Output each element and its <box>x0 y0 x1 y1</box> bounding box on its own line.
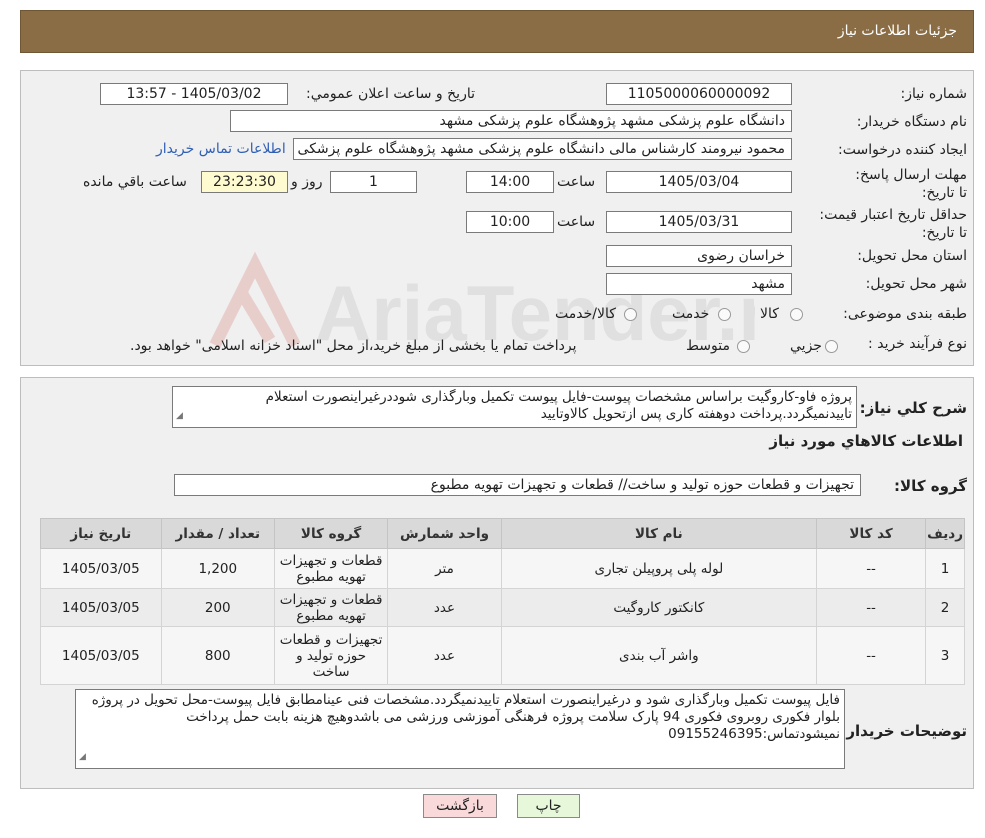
creator-field: محمود نيرومند كارشناس مالی دانشگاه علوم … <box>293 138 792 160</box>
category-label: طبقه بندی موضوعی: <box>843 306 967 322</box>
days-label: روز و <box>291 174 323 190</box>
cell-qty: 1,200 <box>160 548 275 589</box>
general-desc-label: شرح كلي نياز: <box>859 399 967 417</box>
cell-row: 3 <box>925 626 965 685</box>
remaining-time-field: 23:23:30 <box>201 171 288 193</box>
cell-qty: 800 <box>160 626 275 685</box>
cell-date: 1405/03/05 <box>40 588 162 627</box>
cell-unit: متر <box>387 548 502 589</box>
cell-name: واشر آب بندی <box>500 626 817 685</box>
col-qty: تعداد / مقدار <box>160 518 275 549</box>
province-label: استان محل تحويل: <box>857 248 967 264</box>
city-field: مشهد <box>606 273 792 295</box>
resize-grip-icon: ◢ <box>79 752 86 762</box>
col-row: رديف <box>925 518 965 549</box>
page-title: جزئيات اطلاعات نياز <box>837 23 957 39</box>
reply-deadline-label: مهلت ارسال پاسخ: تا تاريخ: <box>855 167 967 201</box>
category-radio-goods[interactable] <box>790 308 803 321</box>
buyer-org-label: نام دستگاه خريدار: <box>856 114 967 130</box>
announce-label: تاريخ و ساعت اعلان عمومي: <box>306 86 475 102</box>
resize-grip-icon: ◢ <box>176 411 183 421</box>
cell-code: -- <box>815 588 927 627</box>
col-group: گروه كالا <box>273 518 389 549</box>
cell-group: قطعات و تجهیزات تهویه مطبوع <box>273 588 389 627</box>
buyer-org-field: دانشگاه علوم پزشكی مشهد پژوهشگاه علوم پز… <box>230 110 792 132</box>
cell-date: 1405/03/05 <box>40 626 162 685</box>
category-option-goods: کالا <box>760 306 779 322</box>
process-radio-small[interactable] <box>825 340 838 353</box>
table-row: 3 -- واشر آب بندی عدد تجهیزات و قطعات حو… <box>40 626 965 685</box>
cell-name: کانکتور کاروگیت <box>500 588 817 627</box>
cell-name: لوله پلی پروپیلن تجاری <box>500 548 817 589</box>
creator-label: ايجاد کننده درخواست: <box>838 142 967 158</box>
col-unit: واحد شمارش <box>387 518 502 549</box>
cell-group: قطعات و تجهیزات تهویه مطبوع <box>273 548 389 589</box>
cell-code: -- <box>815 548 927 589</box>
city-label: شهر محل تحويل: <box>865 276 967 292</box>
validity-date-field: 1405/03/31 <box>606 211 792 233</box>
col-code: كد كالا <box>815 518 927 549</box>
category-radio-service[interactable] <box>718 308 731 321</box>
announce-datetime-field: 1405/03/02 - 13:57 <box>100 83 288 105</box>
need-number-label: شماره نياز: <box>900 86 968 102</box>
days-field: 1 <box>330 171 417 193</box>
need-number-field: 1105000060000092 <box>606 83 792 105</box>
cell-row: 2 <box>925 588 965 627</box>
cell-code: -- <box>815 626 927 685</box>
reply-date-field: 1405/03/04 <box>606 171 792 193</box>
cell-date: 1405/03/05 <box>40 548 162 589</box>
cell-unit: عدد <box>387 588 502 627</box>
validity-time-label: ساعت <box>557 214 596 230</box>
category-option-both: کالا/خدمت <box>555 306 616 322</box>
process-label: نوع فرآيند خريد : <box>868 336 967 352</box>
cell-qty: 200 <box>160 588 275 627</box>
remaining-label: ساعت باقي مانده <box>83 174 187 190</box>
general-desc-textarea: پروژه فاو-کاروگیت براساس مشخصات پیوست-فا… <box>172 386 857 428</box>
goods-group-label: گروه كالا: <box>894 477 967 495</box>
table-row: 1 -- لوله پلی پروپیلن تجاری متر قطعات و … <box>40 548 965 589</box>
buyer-notes-label: توضيحات خريدار: <box>840 722 967 740</box>
process-option-small: جزيي <box>790 338 822 354</box>
buyer-contact-link[interactable]: اطلاعات تماس خريدار <box>156 141 286 157</box>
general-desc-text: پروژه فاو-کاروگیت براساس مشخصات پیوست-فا… <box>265 389 852 422</box>
process-option-medium: متوسط <box>686 338 730 354</box>
cell-unit: عدد <box>387 626 502 685</box>
process-radio-medium[interactable] <box>737 340 750 353</box>
category-option-service: خدمت <box>672 306 710 322</box>
category-radio-both[interactable] <box>624 308 637 321</box>
goods-group-field: تجهیزات و قطعات حوزه تولید و ساخت// قطعا… <box>174 474 861 496</box>
page-header: جزئيات اطلاعات نياز <box>20 10 974 53</box>
price-validity-label: حداقل تاريخ اعتبار قيمت: تا تاريخ: <box>819 207 967 241</box>
print-button[interactable]: چاپ <box>517 794 580 818</box>
goods-table: رديف كد كالا نام كالا واحد شمارش گروه كا… <box>40 518 965 685</box>
buyer-notes-text: فایل پیوست تکمیل وبارگذاری شود و درغیرای… <box>91 692 840 742</box>
back-button[interactable]: بازگشت <box>423 794 497 818</box>
reply-time-label: ساعت <box>557 174 596 190</box>
buyer-notes-textarea: فایل پیوست تکمیل وبارگذاری شود و درغیرای… <box>75 689 845 769</box>
col-name: نام كالا <box>500 518 817 549</box>
validity-time-field: 10:00 <box>466 211 554 233</box>
goods-info-title: اطلاعات كالاهاي مورد نياز <box>769 432 963 450</box>
reply-time-field: 14:00 <box>466 171 554 193</box>
col-date: تاريخ نياز <box>40 518 162 549</box>
province-field: خراسان رضوی <box>606 245 792 267</box>
process-note: پرداخت تمام يا بخشی از مبلغ خريد،از محل … <box>130 338 577 354</box>
cell-group: تجهیزات و قطعات حوزه تولید و ساخت <box>273 626 389 685</box>
cell-row: 1 <box>925 548 965 589</box>
table-row: 2 -- کانکتور کاروگیت عدد قطعات و تجهیزات… <box>40 588 965 627</box>
